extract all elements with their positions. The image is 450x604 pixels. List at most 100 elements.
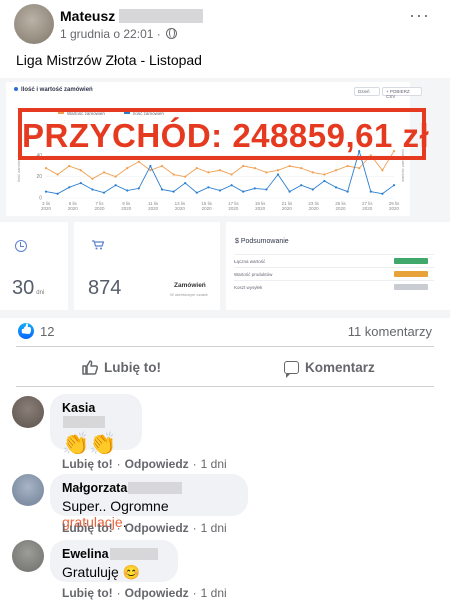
comment-bubble: Ewelina Gratuluję 😊: [50, 540, 178, 582]
data-point: [276, 173, 280, 176]
comment-author[interactable]: Ewelina: [62, 547, 166, 561]
data-point: [311, 171, 314, 174]
comment-age[interactable]: 1 dni: [201, 521, 227, 535]
post-timestamp[interactable]: 1 grudnia o 22:01: [60, 27, 153, 41]
data-point: [218, 169, 222, 172]
orders-label: Zamówień: [174, 282, 206, 289]
comment-text: Gratuluję 😊: [62, 564, 141, 580]
data-point: [56, 192, 59, 195]
comment-author[interactable]: Małgorzata: [62, 481, 236, 495]
post-text: Liga Mistrzów Złota - Listopad: [16, 52, 202, 68]
data-point: [242, 164, 245, 168]
data-point: [79, 181, 82, 185]
post-header: Mateusz 1 grudnia o 22:01 · ···: [0, 0, 450, 44]
author-name[interactable]: Mateusz: [60, 8, 204, 24]
data-point: [195, 167, 198, 170]
data-point: [195, 191, 198, 194]
data-point: [172, 190, 175, 193]
data-point: [346, 190, 349, 193]
summary-card: $ Podsumowanie Łączna wartość Wartość pr…: [226, 222, 450, 310]
comment-reply-link[interactable]: Odpowiedz: [125, 521, 189, 535]
data-point: [218, 189, 222, 192]
data-point: [253, 167, 256, 170]
x-tick-year: 2020: [362, 206, 373, 211]
data-point: [184, 175, 187, 178]
orders-card: 874 Zamówień W określonym czasie: [74, 222, 220, 310]
comment-age[interactable]: 1 dni: [201, 457, 227, 471]
comment-age[interactable]: 1 dni: [201, 586, 227, 600]
comment-actions: Lubię to! · Odpowiedz · 1 dni: [62, 457, 227, 471]
comment-avatar[interactable]: [12, 396, 44, 428]
revenue-banner: PRZYCHÓD: 248859,61 zł: [18, 108, 430, 160]
comment-actions: Lubię to! · Odpowiedz · 1 dni: [62, 521, 227, 535]
comment-avatar[interactable]: [12, 540, 44, 572]
summary-row: Łączna wartość: [234, 254, 434, 267]
reaction-count[interactable]: 12: [40, 324, 54, 339]
comment-like-link[interactable]: Lubię to!: [62, 457, 113, 471]
data-point: [253, 187, 256, 190]
comment-author[interactable]: Kasia: [62, 401, 130, 429]
orders-value: 874: [88, 277, 122, 299]
comment-avatar[interactable]: [12, 474, 44, 506]
comment-count[interactable]: 11 komentarzy: [348, 324, 432, 339]
data-point: [79, 169, 82, 172]
author-name-text[interactable]: Mateusz: [60, 8, 115, 24]
divider: [16, 386, 434, 387]
data-point: [346, 164, 349, 168]
data-point: [392, 184, 396, 187]
orders-subtitle: W określonym czasie: [170, 292, 208, 297]
more-options-button[interactable]: ···: [409, 6, 430, 24]
x-tick-year: 2020: [41, 206, 52, 211]
data-point: [114, 175, 117, 178]
x-tick-year: 2020: [121, 206, 132, 211]
redacted-surname: [63, 416, 105, 428]
comment-reply-link[interactable]: Odpowiedz: [125, 457, 189, 471]
comment-bubble: Kasia 👏👏: [50, 394, 142, 456]
globe-icon: [166, 28, 178, 39]
data-point: [300, 184, 303, 187]
data-point: [44, 190, 48, 193]
x-tick-year: 2020: [389, 206, 400, 211]
summary-row: Koszt wysyłek: [234, 280, 434, 293]
x-tick-year: 2020: [175, 206, 186, 211]
data-point: [311, 188, 314, 191]
data-point: [381, 169, 384, 172]
data-point: [68, 186, 71, 189]
data-point: [334, 186, 338, 189]
comment-like-link[interactable]: Lubię to!: [62, 586, 113, 600]
x-tick-year: 2020: [335, 206, 346, 211]
x-tick-year: 2020: [95, 206, 106, 211]
data-point: [149, 164, 152, 168]
reactions-bar: 12 11 komentarzy: [0, 318, 450, 344]
post-meta: 1 grudnia o 22:01 ·: [60, 27, 178, 41]
x-tick-year: 2020: [255, 206, 266, 211]
comment-reply-link[interactable]: Odpowiedz: [125, 586, 189, 600]
data-point: [126, 167, 129, 170]
comment-button-label: Komentarz: [305, 359, 375, 375]
summary-row: Wartość produktów: [234, 267, 434, 280]
data-point: [265, 171, 268, 174]
revenue-text: PRZYCHÓD: 248859,61 zł: [22, 117, 430, 154]
days-value: 30 dni: [12, 277, 45, 299]
redacted-surname: [119, 9, 204, 23]
data-point: [323, 173, 326, 176]
data-point: [288, 190, 291, 193]
author-avatar[interactable]: [14, 4, 54, 44]
redacted-surname: [128, 482, 183, 494]
data-point: [91, 188, 94, 191]
post-image[interactable]: Ilość i wartość zamówień Dzień + POBIERZ…: [0, 78, 450, 318]
like-reaction-icon[interactable]: [18, 323, 34, 339]
data-point: [160, 164, 164, 168]
like-button[interactable]: Lubię to!: [82, 352, 161, 382]
y-tick-label: 20: [36, 174, 42, 180]
data-point: [358, 167, 361, 170]
summary-title: $ Podsumowanie: [235, 238, 289, 245]
data-point: [230, 173, 233, 176]
comment-button[interactable]: Komentarz: [284, 352, 375, 382]
comment-like-link[interactable]: Lubię to!: [62, 521, 113, 535]
data-point: [276, 169, 280, 172]
x-tick-year: 2020: [228, 206, 239, 211]
cart-icon: [92, 240, 104, 250]
data-point: [334, 169, 338, 172]
data-point: [102, 171, 106, 174]
